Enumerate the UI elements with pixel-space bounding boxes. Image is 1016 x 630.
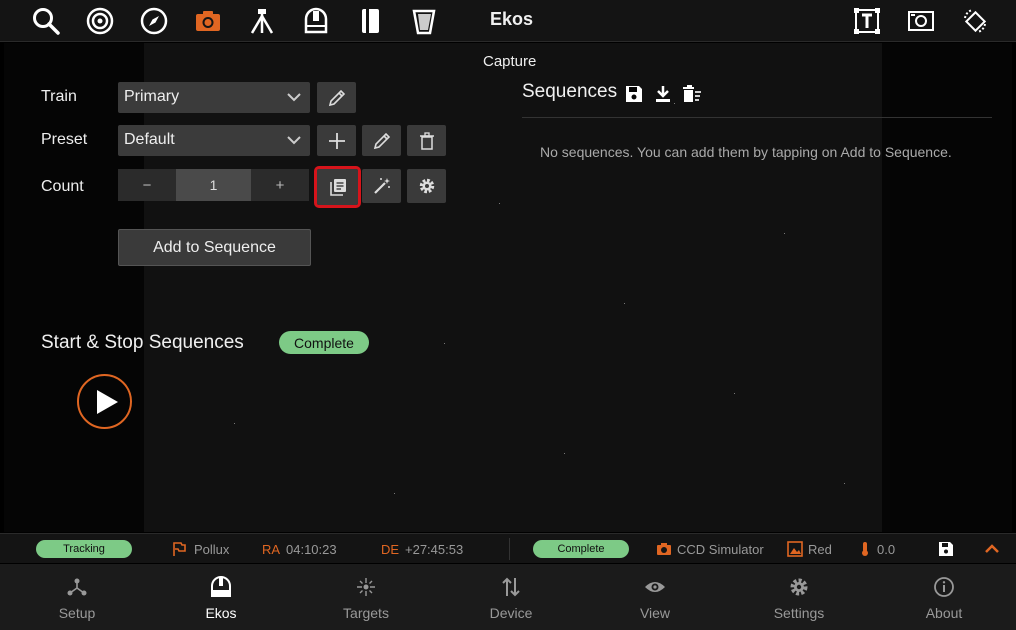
chevron-up-icon[interactable]	[983, 540, 1001, 558]
pencil-icon	[373, 132, 390, 149]
start-sequence-button[interactable]	[77, 374, 132, 429]
trash-icon	[419, 131, 434, 150]
count-label: Count	[41, 178, 84, 195]
save-icon[interactable]	[937, 540, 955, 558]
target-flag-icon	[170, 540, 188, 558]
preset-select-value: Default	[124, 131, 175, 148]
de-label: DE	[381, 542, 400, 557]
sequences-divider	[522, 117, 992, 118]
ra-value: 04:10:23	[286, 542, 337, 557]
chevron-down-icon	[287, 93, 301, 102]
add-to-sequence-button[interactable]: Add to Sequence	[118, 229, 311, 266]
app-title: Ekos	[490, 9, 534, 29]
train-select[interactable]: Primary	[118, 82, 310, 113]
status-bar: Tracking Pollux RA 04:10:23 DE +27:45:53…	[0, 533, 1016, 563]
preset-select[interactable]: Default	[118, 125, 310, 156]
add-preset-button[interactable]	[317, 125, 356, 156]
thermometer-icon	[856, 540, 874, 558]
nav-label: View	[639, 605, 671, 621]
observatory-dome-icon[interactable]	[299, 4, 333, 38]
count-decrement-button[interactable]: −	[118, 169, 176, 201]
train-select-value: Primary	[124, 88, 180, 105]
nav-label: Ekos	[205, 605, 237, 621]
gear-icon	[419, 178, 434, 194]
search-icon[interactable]	[29, 4, 63, 38]
chevron-down-icon	[287, 136, 301, 145]
filter-image-icon	[786, 540, 804, 558]
train-label: Train	[41, 88, 77, 105]
ekos-dome-icon	[208, 574, 234, 600]
camera-icon	[655, 540, 673, 558]
setup-icon	[64, 574, 90, 600]
capture-settings-button[interactable]	[407, 169, 446, 203]
start-stop-title: Start & Stop Sequences	[41, 332, 244, 353]
filter-name: Red	[808, 542, 832, 557]
module-title: Capture	[483, 53, 537, 70]
info-icon	[931, 574, 957, 600]
auto-fix-button[interactable]	[362, 169, 401, 203]
text-frame-icon[interactable]	[850, 4, 884, 38]
library-list-icon	[329, 179, 346, 196]
capture-status-pill: Complete	[533, 540, 629, 558]
nav-label: Device	[489, 605, 533, 621]
target-name: Pollux	[194, 542, 230, 557]
capture-status-badge: Complete	[279, 331, 369, 354]
nav-label: Targets	[343, 605, 389, 621]
sequence-queue-button[interactable]	[314, 166, 361, 208]
count-increment-button[interactable]: +	[251, 169, 309, 201]
mount-tripod-icon[interactable]	[245, 4, 279, 38]
sequences-empty-message: No sequences. You can add them by tappin…	[540, 144, 952, 160]
bottom-navigation: Setup Ekos Targets Device View Settings	[0, 564, 1016, 630]
nav-targets[interactable]: Targets	[306, 564, 426, 630]
preset-label: Preset	[41, 131, 88, 148]
nav-settings[interactable]: Settings	[739, 564, 859, 630]
flat-panel-icon[interactable]	[407, 4, 441, 38]
play-icon	[96, 389, 118, 414]
nav-label: Setup	[58, 605, 96, 621]
eye-icon	[642, 574, 668, 600]
count-value[interactable]: 1	[176, 169, 251, 201]
capture-panel: Capture Train Primary Preset Default Cou…	[4, 43, 1012, 532]
camera-icon[interactable]	[191, 4, 225, 38]
magic-wand-icon	[373, 178, 390, 194]
targets-icon	[353, 574, 379, 600]
screenshot-frame-icon[interactable]	[904, 4, 938, 38]
nav-view[interactable]: View	[595, 564, 715, 630]
device-icon	[498, 574, 524, 600]
delete-preset-button[interactable]	[407, 125, 446, 156]
nav-label: Settings	[773, 605, 825, 621]
target-rings-icon[interactable]	[83, 4, 117, 38]
pencil-icon	[328, 89, 345, 106]
de-value: +27:45:53	[405, 542, 464, 557]
nav-ekos[interactable]: Ekos	[161, 564, 281, 630]
rotate-screen-icon[interactable]	[958, 4, 992, 38]
nav-setup[interactable]: Setup	[17, 564, 137, 630]
notebook-icon[interactable]	[353, 4, 387, 38]
status-separator	[509, 538, 510, 560]
top-toolbar: Ekos	[0, 0, 1016, 42]
save-sequence-icon[interactable]	[623, 83, 645, 105]
temperature-value: 0.0	[877, 542, 896, 557]
nav-about[interactable]: About	[884, 564, 1004, 630]
clear-sequence-icon[interactable]	[681, 83, 703, 105]
nav-device[interactable]: Device	[451, 564, 571, 630]
nav-label: About	[925, 605, 963, 621]
ra-label: RA	[262, 542, 281, 557]
sequences-title: Sequences	[522, 81, 618, 102]
count-stepper: − 1 +	[118, 169, 309, 201]
download-sequence-icon[interactable]	[652, 83, 674, 105]
plus-icon	[328, 132, 345, 149]
mount-status-badge: Tracking	[36, 540, 132, 558]
camera-name: CCD Simulator	[677, 542, 764, 557]
compass-icon[interactable]	[137, 4, 171, 38]
edit-preset-button[interactable]	[362, 125, 401, 156]
gear-icon	[786, 574, 812, 600]
edit-train-button[interactable]	[317, 82, 356, 113]
